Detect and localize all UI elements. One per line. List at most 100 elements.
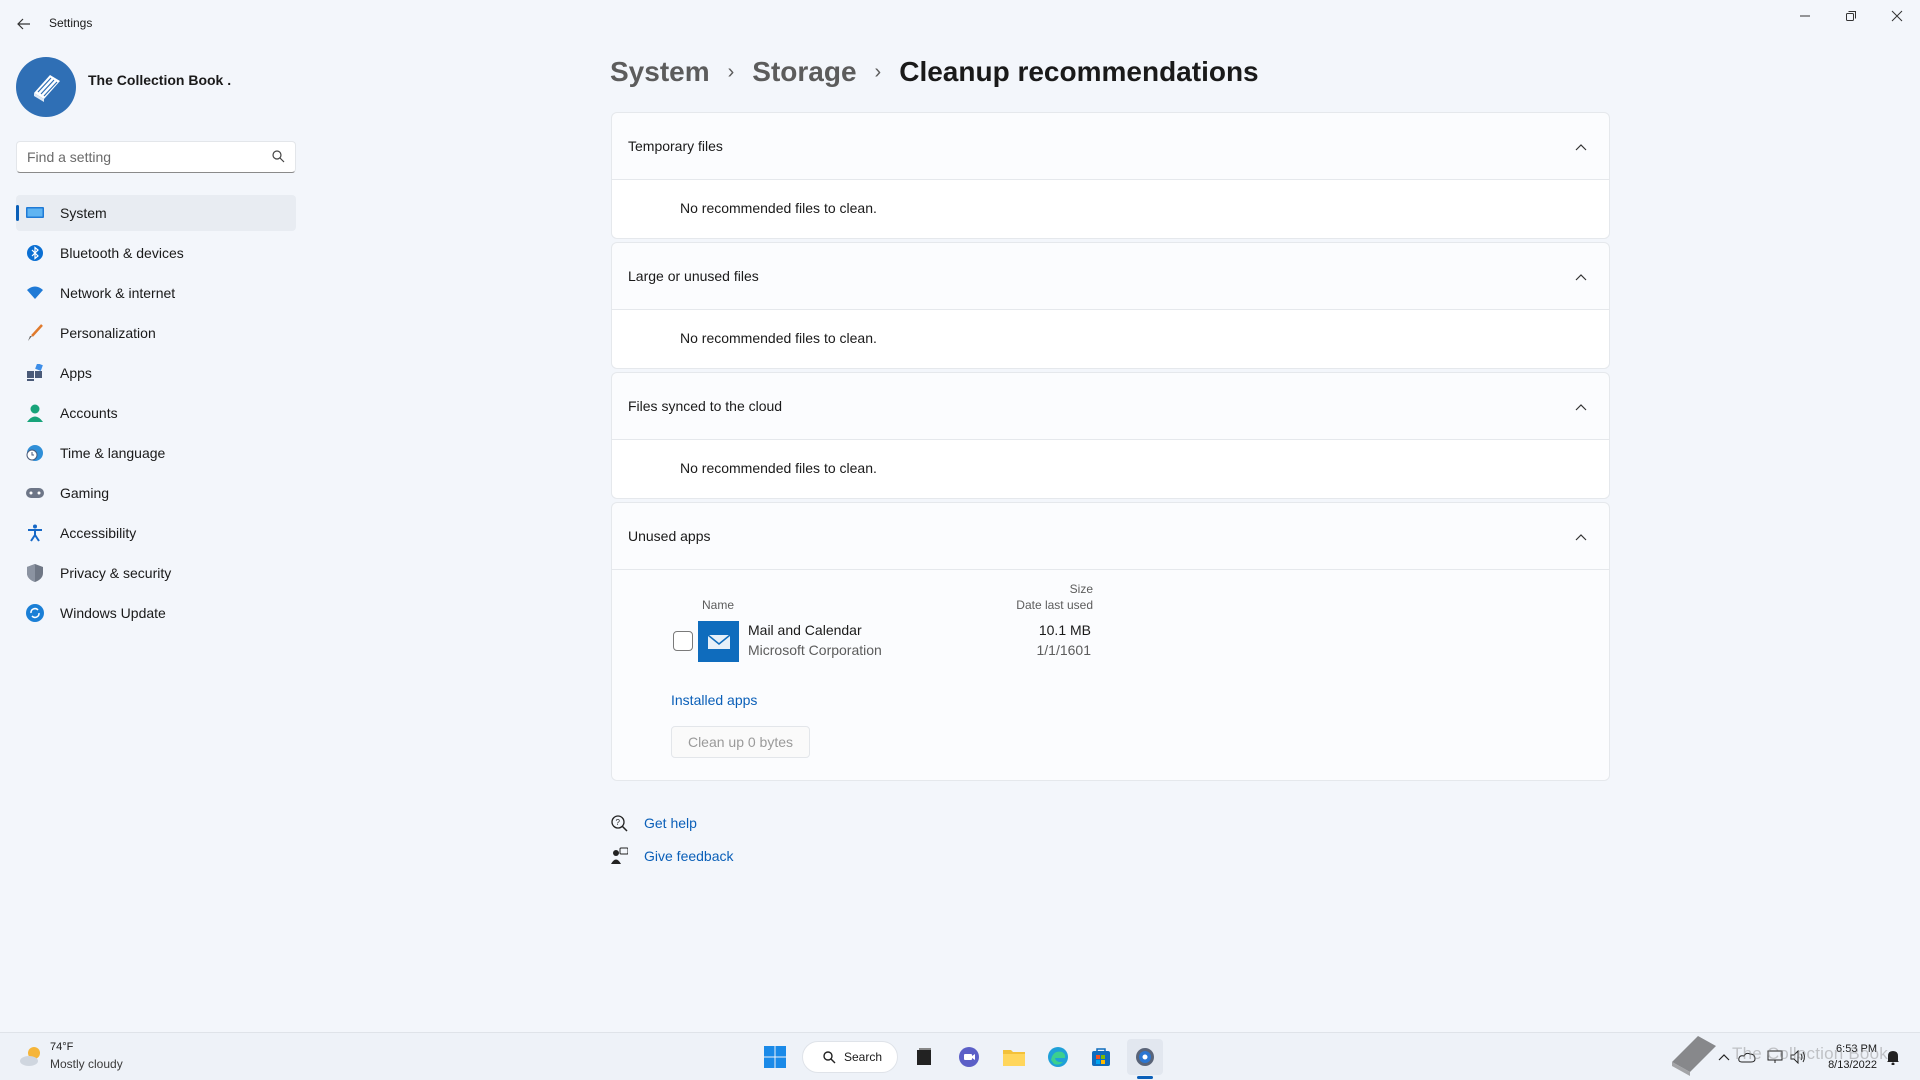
system-icon [26, 204, 44, 222]
sidebar-item-network[interactable]: Network & internet [16, 275, 296, 311]
accessibility-icon [26, 524, 44, 542]
task-view-icon [917, 1048, 931, 1065]
store-icon [1092, 1048, 1110, 1066]
weather-desc: Mostly cloudy [50, 1057, 123, 1071]
section-title: Temporary files [628, 138, 723, 154]
app-publisher: Microsoft Corporation [748, 642, 882, 658]
sidebar-item-accounts[interactable]: Accounts [16, 395, 296, 431]
close-button[interactable] [1874, 0, 1920, 32]
sidebar-item-system[interactable]: System [16, 195, 296, 231]
section-body: No recommended files to clean. [612, 180, 1609, 238]
partly-cloudy-icon [20, 1047, 40, 1066]
sidebar-item-gaming[interactable]: Gaming [16, 475, 296, 511]
sidebar-item-bluetooth[interactable]: Bluetooth & devices [16, 235, 296, 271]
sidebar-item-time-language[interactable]: Time & language [16, 435, 296, 471]
bluetooth-icon [26, 244, 44, 262]
chat-icon [959, 1047, 979, 1067]
section-body: No recommended files to clean. [612, 440, 1609, 498]
task-view-button[interactable] [906, 1039, 942, 1075]
minimize-button[interactable] [1782, 0, 1828, 32]
sidebar-item-label: Bluetooth & devices [60, 245, 184, 261]
search-icon[interactable] [272, 150, 285, 163]
settings-taskbar-button[interactable] [1127, 1039, 1163, 1075]
gamepad-icon [26, 484, 44, 502]
section-header[interactable]: Temporary files [612, 113, 1609, 180]
sidebar-item-label: System [60, 205, 107, 221]
breadcrumb-storage[interactable]: Storage [752, 56, 856, 88]
chat-button[interactable] [951, 1039, 987, 1075]
sidebar-item-apps[interactable]: Apps [16, 355, 296, 391]
watermark-text: The Collection Book [1732, 1044, 1888, 1063]
windows-logo-icon [764, 1046, 786, 1068]
chevron-up-icon[interactable] [1569, 135, 1593, 159]
sidebar-item-label: Windows Update [60, 605, 166, 621]
sidebar-item-label: Accounts [60, 405, 118, 421]
folder-icon [1003, 1050, 1025, 1066]
cleanup-button[interactable]: Clean up 0 bytes [671, 726, 810, 758]
section-title: Files synced to the cloud [628, 398, 783, 414]
breadcrumb-system[interactable]: System [610, 56, 710, 88]
restore-icon [1846, 11, 1856, 21]
taskbar: 74°F Mostly cloudy Search 6:53 PM 8/13/2… [0, 1032, 1920, 1080]
app-checkbox[interactable] [673, 631, 693, 651]
help-icon: ? [610, 814, 628, 832]
weather-temp: 74°F [50, 1041, 74, 1053]
update-icon [26, 604, 44, 622]
sidebar-item-label: Network & internet [60, 285, 176, 301]
search-input[interactable] [27, 142, 267, 172]
taskbar-search-label: Search [844, 1050, 883, 1064]
chevron-up-icon[interactable] [1569, 265, 1593, 289]
chevron-up-icon[interactable] [1569, 525, 1593, 549]
sidebar-item-label: Apps [60, 365, 92, 381]
store-button[interactable] [1083, 1039, 1119, 1075]
search-box[interactable] [16, 141, 296, 173]
start-button[interactable] [757, 1039, 793, 1075]
give-feedback-link[interactable]: Give feedback [644, 848, 734, 864]
sidebar-item-label: Gaming [60, 485, 110, 501]
section-header[interactable]: Files synced to the cloud [612, 373, 1609, 440]
avatar[interactable] [16, 57, 76, 117]
section-title: Unused apps [628, 528, 711, 544]
give-feedback-row[interactable]: Give feedback [610, 847, 734, 865]
chevron-up-icon[interactable] [1569, 395, 1593, 419]
minimize-icon [1800, 15, 1810, 17]
bell-icon [1887, 1051, 1899, 1065]
mail-icon [698, 621, 739, 662]
section-files-synced-cloud: Files synced to the cloud No recommended… [611, 372, 1610, 499]
section-header[interactable]: Unused apps [612, 503, 1609, 570]
book-logo-icon [34, 75, 60, 102]
app-title: Settings [49, 16, 93, 30]
file-explorer-button[interactable] [996, 1039, 1032, 1075]
section-title: Large or unused files [628, 268, 759, 284]
sidebar-item-privacy[interactable]: Privacy & security [16, 555, 296, 591]
installed-apps-link[interactable]: Installed apps [671, 692, 757, 708]
edge-button[interactable] [1040, 1039, 1076, 1075]
wifi-icon [26, 284, 44, 302]
column-header-date: Date last used [1016, 598, 1093, 612]
profile-name[interactable]: The Collection Book . [88, 72, 231, 88]
back-button[interactable] [12, 12, 36, 36]
feedback-icon [610, 847, 628, 865]
chevron-right-icon: › [874, 60, 882, 83]
sidebar-item-label: Personalization [60, 325, 156, 341]
brush-icon [26, 324, 44, 342]
restore-button[interactable] [1828, 0, 1874, 32]
app-name: Mail and Calendar [748, 622, 862, 638]
column-header-size: Size [1069, 582, 1093, 596]
sidebar-item-label: Privacy & security [60, 565, 172, 581]
book-watermark-icon [1672, 1036, 1716, 1076]
title-bar: Settings [0, 0, 1920, 48]
sidebar-item-windows-update[interactable]: Windows Update [16, 595, 296, 631]
get-help-row[interactable]: ? Get help [610, 814, 697, 832]
section-header[interactable]: Large or unused files [612, 243, 1609, 310]
column-header-name: Name [702, 598, 735, 612]
sidebar-item-personalization[interactable]: Personalization [16, 315, 296, 351]
page-title: Cleanup recommendations [899, 56, 1259, 87]
sidebar-nav: System Bluetooth & devices Network & int… [16, 195, 296, 635]
sidebar-item-accessibility[interactable]: Accessibility [16, 515, 296, 551]
sidebar-item-label: Accessibility [60, 525, 137, 541]
taskbar-search[interactable]: Search [802, 1041, 898, 1073]
get-help-link[interactable]: Get help [644, 815, 697, 831]
active-app-indicator [1137, 1076, 1153, 1079]
svg-text:?: ? [616, 818, 621, 827]
